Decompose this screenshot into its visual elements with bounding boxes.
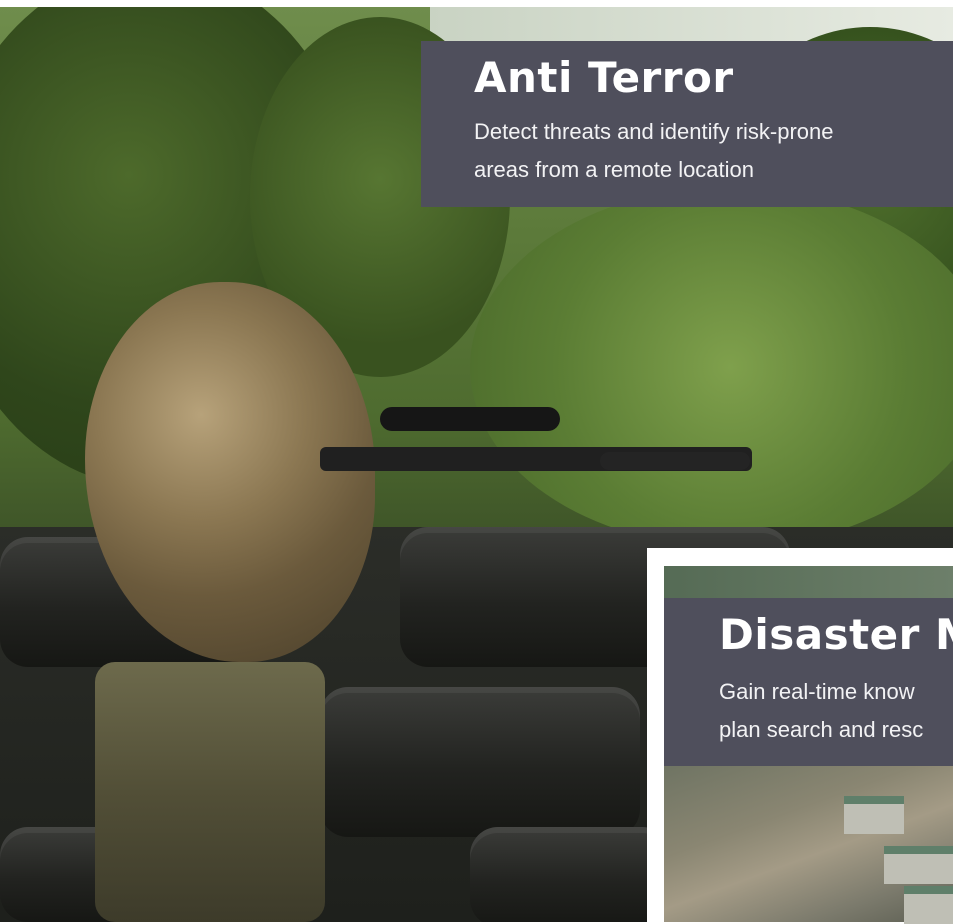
card-title: Disaster M [719, 610, 953, 659]
building-shape [884, 846, 953, 884]
tree-foliage [470, 187, 953, 547]
card-title: Anti Terror [474, 53, 734, 102]
card-description-line: plan search and resc [719, 717, 924, 742]
rifle-scope [380, 407, 560, 431]
building-shape [844, 796, 904, 834]
tire-barrier [470, 827, 670, 922]
card-description: Gain real-time know plan search and resc [719, 673, 923, 749]
disaster-photo [664, 766, 953, 924]
disaster-caption-overlay: Disaster M Gain real-time know plan sear… [664, 598, 953, 766]
rifle-barrel [600, 452, 750, 470]
card-description-line: areas from a remote location [474, 157, 755, 182]
card-description: Detect threats and identify risk-prone a… [474, 113, 834, 189]
building-shape [904, 886, 953, 924]
card-description-line: Gain real-time know [719, 679, 915, 704]
ghillie-hood [85, 282, 375, 662]
sniper-figure [55, 282, 435, 922]
card-description-line: Detect threats and identify risk-prone [474, 119, 834, 144]
anti-terror-card[interactable]: Anti Terror Detect threats and identify … [421, 41, 953, 207]
camo-legs [95, 662, 325, 922]
